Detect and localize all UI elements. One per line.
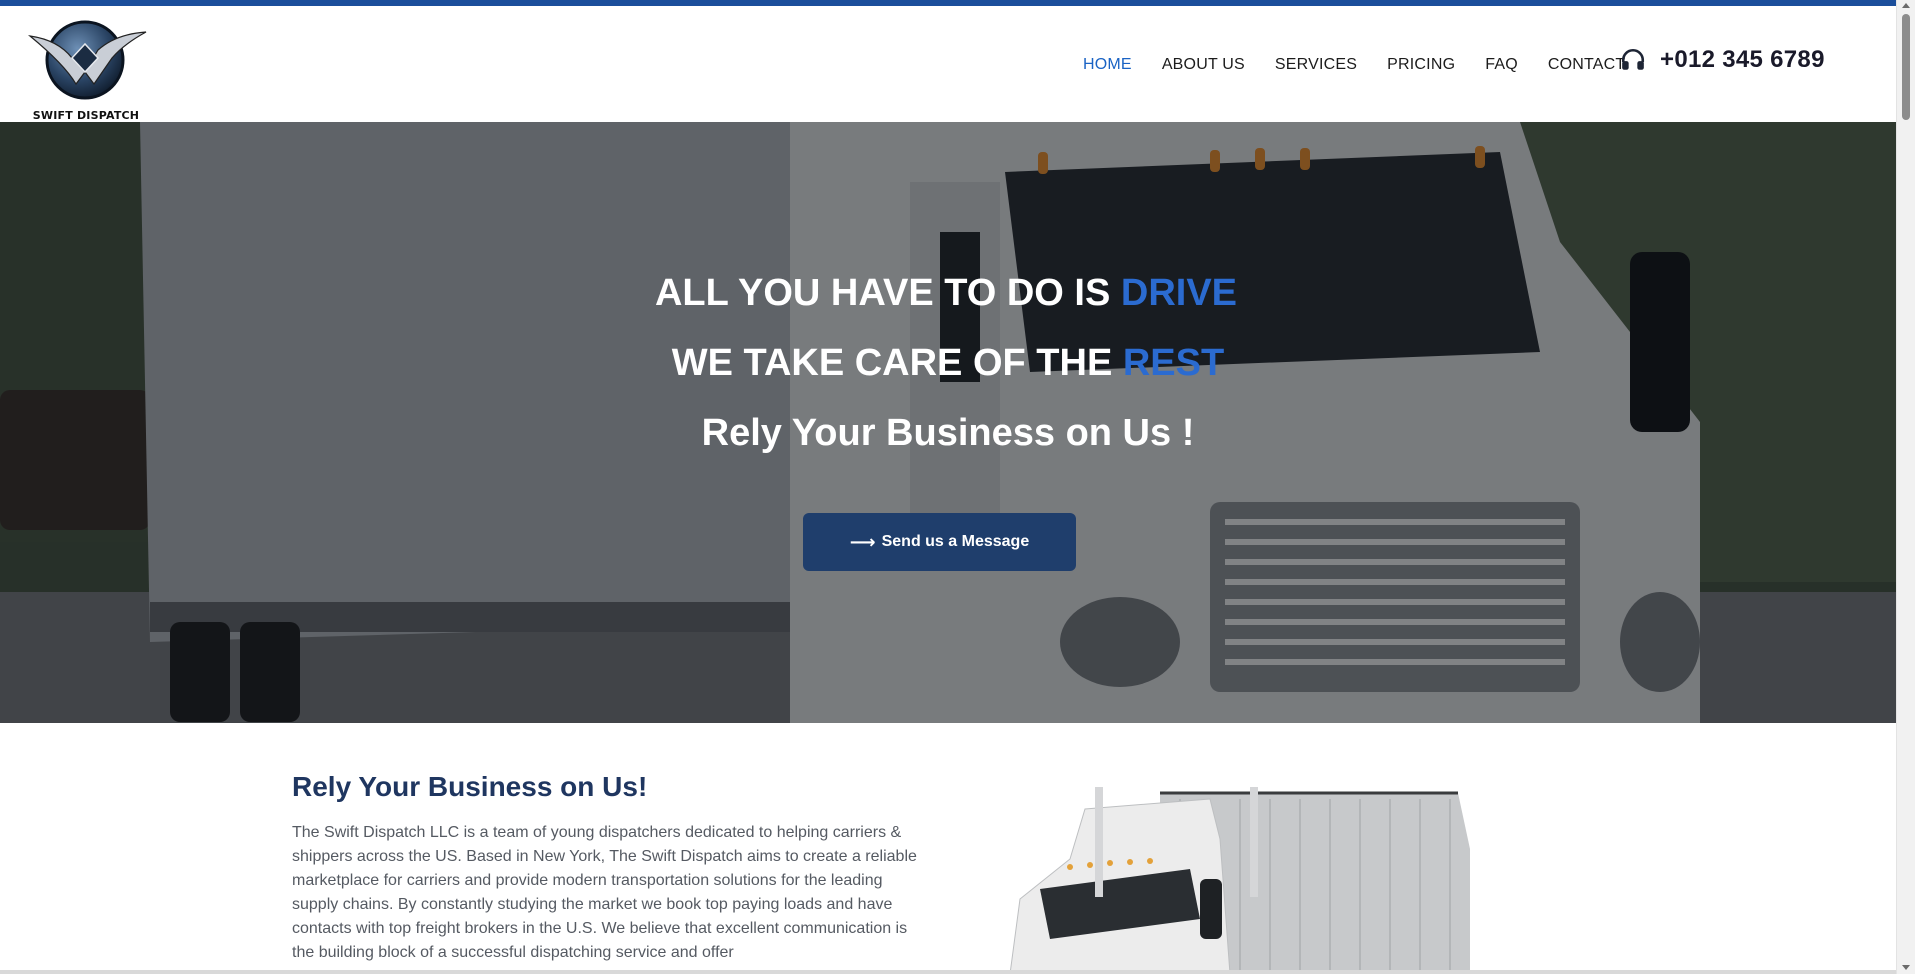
nav-item-pricing[interactable]: PRICING bbox=[1387, 56, 1455, 74]
logo-emblem-icon bbox=[27, 20, 147, 100]
scroll-up-arrow-icon[interactable] bbox=[1902, 3, 1910, 8]
scroll-down-arrow-icon[interactable] bbox=[1902, 965, 1910, 970]
arrow-right-icon: ⟶ bbox=[849, 531, 876, 552]
page-bottom-edge bbox=[0, 970, 1896, 974]
hero-section: ALL YOU HAVE TO DO IS DRIVE WE TAKE CARE… bbox=[0, 122, 1896, 723]
about-section: Rely Your Business on Us! The Swift Disp… bbox=[0, 723, 1896, 974]
nav-item-faq[interactable]: FAQ bbox=[1485, 56, 1518, 74]
headphones-icon bbox=[1621, 48, 1645, 70]
hero-headline-2-main: WE TAKE CARE OF THE bbox=[671, 342, 1123, 384]
nav-item-services[interactable]: SERVICES bbox=[1275, 56, 1357, 74]
nav-item-about-us[interactable]: ABOUT US bbox=[1162, 56, 1245, 74]
about-title: Rely Your Business on Us! bbox=[292, 771, 648, 802]
hero-headline-1-main: ALL YOU HAVE TO DO IS bbox=[654, 272, 1121, 314]
scrollbar-thumb[interactable] bbox=[1902, 14, 1910, 120]
site-header: SWIFT DISPATCH HOME ABOUT US SERVICES PR… bbox=[0, 6, 1896, 122]
hero-headline-1-accent: DRIVE bbox=[1120, 272, 1238, 314]
vertical-scrollbar[interactable] bbox=[1896, 0, 1915, 974]
logo-text: SWIFT DISPATCH bbox=[32, 109, 140, 122]
phone-contact[interactable]: +012 345 6789 bbox=[1620, 46, 1825, 74]
logo[interactable]: SWIFT DISPATCH bbox=[27, 14, 148, 122]
nav-item-home[interactable]: HOME bbox=[1083, 56, 1132, 74]
nav-item-contact[interactable]: CONTACT bbox=[1548, 56, 1626, 74]
main-nav: HOME ABOUT US SERVICES PRICING FAQ CONTA… bbox=[1083, 56, 1655, 74]
send-message-button[interactable]: ⟶ Send us a Message bbox=[803, 513, 1076, 571]
page: SWIFT DISPATCH HOME ABOUT US SERVICES PR… bbox=[0, 0, 1915, 974]
hero-tagline: Rely Your Business on Us ! bbox=[701, 412, 1195, 454]
phone-number[interactable]: +012 345 6789 bbox=[1660, 46, 1825, 74]
send-message-label: Send us a Message bbox=[881, 533, 1030, 550]
hero-headline-1: ALL YOU HAVE TO DO IS DRIVE bbox=[0, 272, 1894, 315]
hero-headline-2-accent: REST bbox=[1122, 342, 1225, 384]
truck-image bbox=[1010, 787, 1470, 974]
about-paragraph: The Swift Dispatch LLC is a team of youn… bbox=[292, 824, 917, 961]
hero-headline-2: WE TAKE CARE OF THE REST bbox=[0, 342, 1896, 385]
